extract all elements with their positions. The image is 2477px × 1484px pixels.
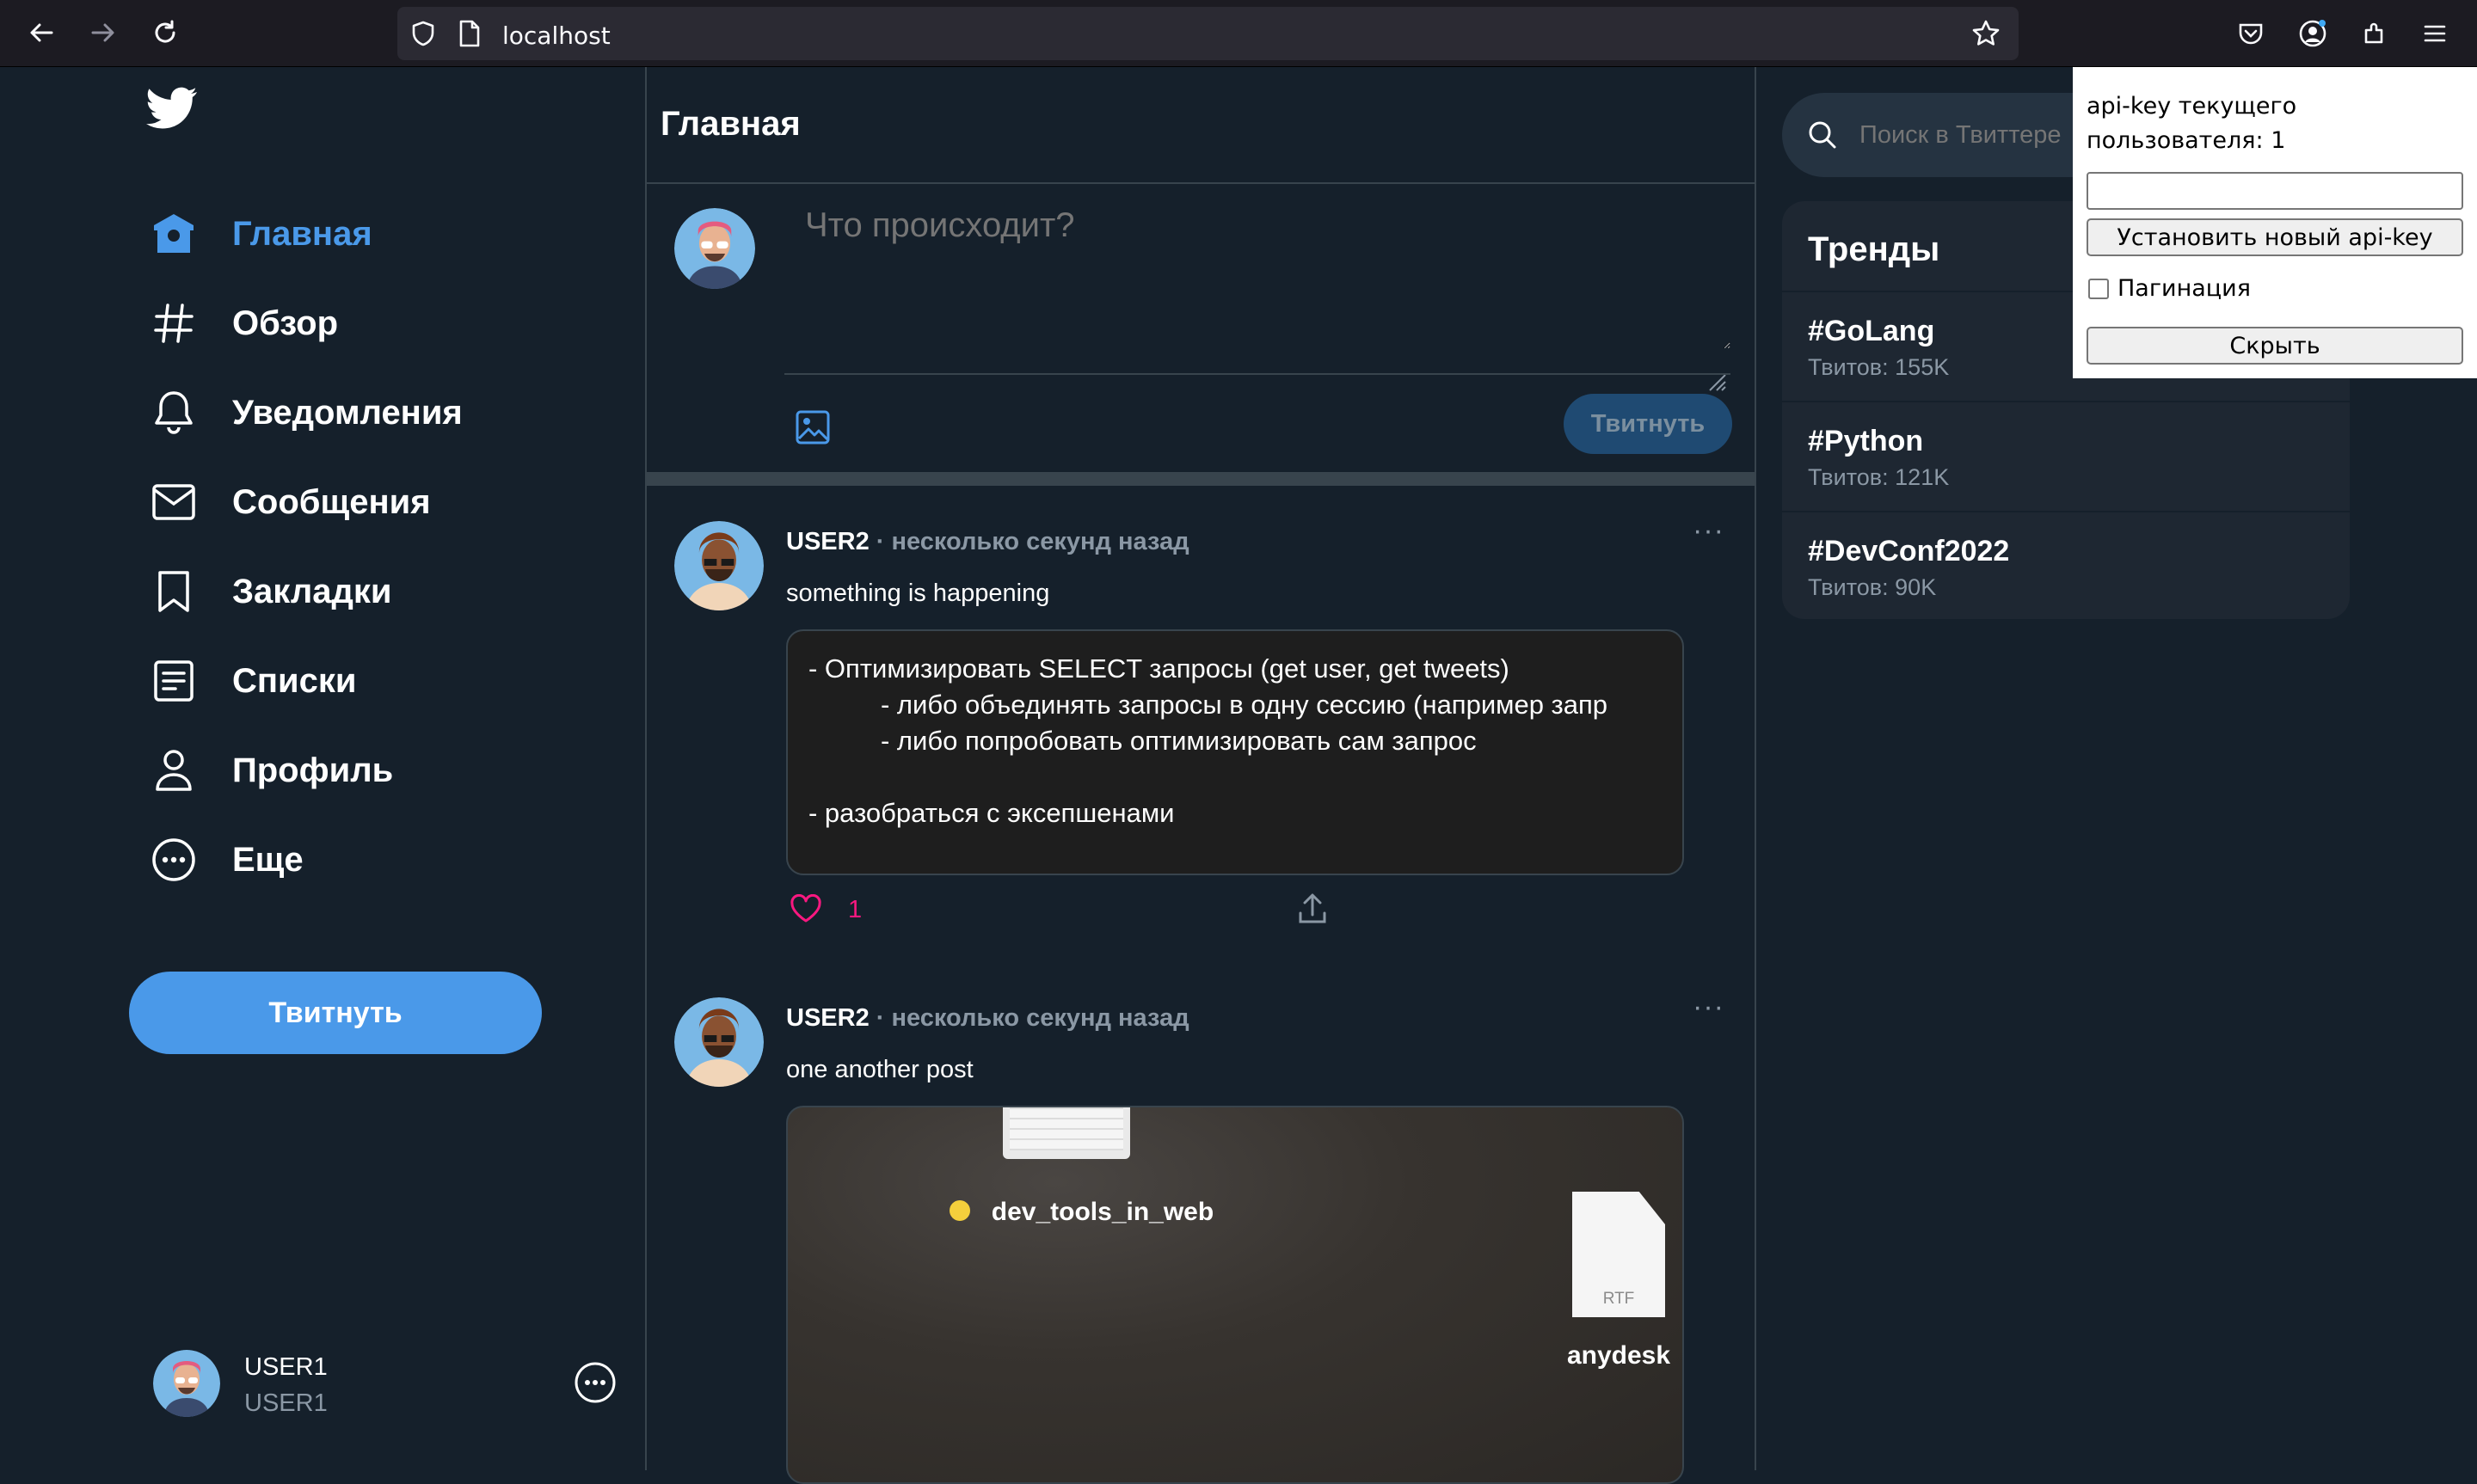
account-name: USER1 bbox=[244, 1353, 328, 1381]
mail-icon bbox=[146, 475, 201, 530]
account-handle: USER1 bbox=[244, 1389, 328, 1417]
url-bar[interactable]: localhost bbox=[397, 7, 2019, 60]
spreadsheet-thumbnail bbox=[1003, 1107, 1130, 1159]
trends-title: Тренды bbox=[1808, 230, 1940, 268]
yellow-tag-icon bbox=[950, 1200, 970, 1221]
shield-icon[interactable] bbox=[409, 20, 437, 52]
sidebar-item-label: Уведомления bbox=[232, 393, 463, 432]
tweet-text: one another post bbox=[786, 1056, 974, 1083]
file-name-label: anydesk bbox=[1566, 1341, 1671, 1370]
share-icon[interactable] bbox=[1297, 892, 1328, 929]
trend-count: Твитов: 121K bbox=[1808, 464, 1950, 490]
main-feed: Главная Твитнуть USER2 · несколько секун… bbox=[645, 67, 1756, 1484]
page-icon bbox=[458, 20, 482, 52]
resize-grip-icon[interactable] bbox=[1708, 373, 1727, 396]
hashtag-icon bbox=[146, 296, 201, 351]
sidebar-item-label: Еще bbox=[232, 840, 304, 879]
avatar bbox=[674, 208, 755, 289]
api-key-input[interactable] bbox=[2087, 172, 2463, 210]
tweet-time: несколько секунд назад bbox=[891, 1004, 1189, 1032]
sidebar-item-label: Списки bbox=[232, 661, 357, 700]
like-icon[interactable] bbox=[790, 893, 822, 928]
list-icon bbox=[146, 653, 201, 708]
like-count: 1 bbox=[848, 896, 863, 923]
sidebar-item-label: Обзор bbox=[232, 304, 339, 342]
compose-input[interactable] bbox=[784, 206, 1730, 349]
account-more-icon[interactable] bbox=[573, 1360, 618, 1409]
set-api-key-button[interactable]: Установить новый api-key bbox=[2087, 218, 2463, 256]
tweet-text: something is happening bbox=[786, 579, 1050, 607]
pocket-icon[interactable] bbox=[2233, 15, 2269, 52]
extensions-icon[interactable] bbox=[2357, 15, 2393, 52]
tweet: USER2 · несколько секунд назад ··· one a… bbox=[647, 990, 1756, 1484]
main-header: Главная bbox=[647, 67, 1756, 184]
trend-tag: #DevConf2022 bbox=[1808, 535, 2010, 567]
tweet-more-icon[interactable]: ··· bbox=[1693, 990, 1724, 1024]
tweet-image[interactable]: dev_tools_in_web RTF anydesk bbox=[786, 1106, 1684, 1484]
bell-icon bbox=[146, 385, 201, 440]
menu-icon[interactable] bbox=[2417, 15, 2453, 52]
tweet-image[interactable]: - Оптимизировать SELECT запросы (get use… bbox=[786, 629, 1684, 875]
avatar bbox=[153, 1350, 220, 1417]
avatar[interactable] bbox=[674, 997, 764, 1087]
avatar[interactable] bbox=[674, 521, 764, 610]
hide-button[interactable]: Скрыть bbox=[2087, 327, 2463, 365]
image-line: - либо объединять запросы в одну сессию … bbox=[881, 690, 1608, 720]
sidebar-item-label: Главная bbox=[232, 214, 372, 253]
tweet-author[interactable]: USER2 bbox=[786, 1004, 870, 1032]
url-text: localhost bbox=[502, 21, 611, 50]
api-key-label: api-key текущего пользователя: 1 bbox=[2087, 93, 2297, 154]
bookmark-star-icon[interactable] bbox=[1971, 19, 2001, 52]
tweet-header: USER2 · несколько секунд назад bbox=[786, 528, 1189, 555]
trend-tag: #Python bbox=[1808, 425, 1924, 457]
image-line: - Оптимизировать SELECT запросы (get use… bbox=[808, 653, 1509, 684]
trend-item[interactable]: #Python Твитов: 121K bbox=[1782, 401, 2350, 511]
tweet: USER2 · несколько секунд назад ··· somet… bbox=[647, 514, 1756, 997]
image-upload-icon[interactable] bbox=[795, 409, 831, 450]
sidebar: Главная Обзор Уведомления Сообщения Закл… bbox=[0, 67, 645, 1470]
sidebar-item-label: Закладки bbox=[232, 572, 392, 610]
twitter-bird-icon[interactable] bbox=[146, 86, 198, 135]
tweet-author[interactable]: USER2 bbox=[786, 528, 870, 555]
browser-toolbar: localhost bbox=[0, 0, 2477, 67]
back-icon[interactable] bbox=[24, 15, 58, 50]
trend-count: Твитов: 90K bbox=[1808, 574, 1937, 600]
page-title: Главная bbox=[661, 105, 801, 143]
account-switcher[interactable]: USER1 USER1 bbox=[129, 1340, 645, 1434]
tweet-more-icon[interactable]: ··· bbox=[1693, 514, 1724, 548]
account-icon[interactable] bbox=[2295, 15, 2331, 52]
more-circle-icon bbox=[146, 832, 201, 887]
reload-icon[interactable] bbox=[148, 15, 182, 50]
api-key-panel: api-key текущего пользователя: 1 Установ… bbox=[2073, 67, 2477, 378]
home-icon bbox=[146, 206, 201, 261]
search-icon bbox=[1808, 120, 1837, 154]
sidebar-item-label: Сообщения bbox=[232, 482, 431, 521]
file-type-label: RTF bbox=[1602, 1290, 1635, 1308]
trend-count: Твитов: 155K bbox=[1808, 354, 1950, 380]
tweet-time: несколько секунд назад bbox=[891, 528, 1189, 555]
feed-divider bbox=[647, 472, 1756, 486]
image-line: - разобраться с эксепшенами bbox=[808, 798, 1175, 828]
user-icon bbox=[146, 743, 201, 798]
compose-submit-button[interactable]: Твитнуть bbox=[1564, 394, 1732, 454]
sidebar-tweet-button[interactable]: Твитнуть bbox=[129, 972, 542, 1054]
compose-divider bbox=[784, 373, 1730, 375]
trend-tag: #GoLang bbox=[1808, 315, 1935, 347]
pagination-label: Пагинация bbox=[2117, 275, 2251, 302]
folder-label: dev_tools_in_web bbox=[991, 1198, 1214, 1226]
image-line: - либо попробовать оптимизировать сам за… bbox=[881, 726, 1477, 756]
compose-box: Твитнуть bbox=[647, 186, 1756, 472]
bookmark-icon bbox=[146, 564, 201, 619]
sidebar-item-label: Профиль bbox=[232, 751, 394, 789]
trend-item[interactable]: #DevConf2022 Твитов: 90K bbox=[1782, 511, 2350, 619]
pagination-checkbox[interactable] bbox=[2088, 279, 2109, 299]
forward-icon[interactable] bbox=[86, 15, 120, 50]
tweet-header: USER2 · несколько секунд назад bbox=[786, 1004, 1189, 1032]
